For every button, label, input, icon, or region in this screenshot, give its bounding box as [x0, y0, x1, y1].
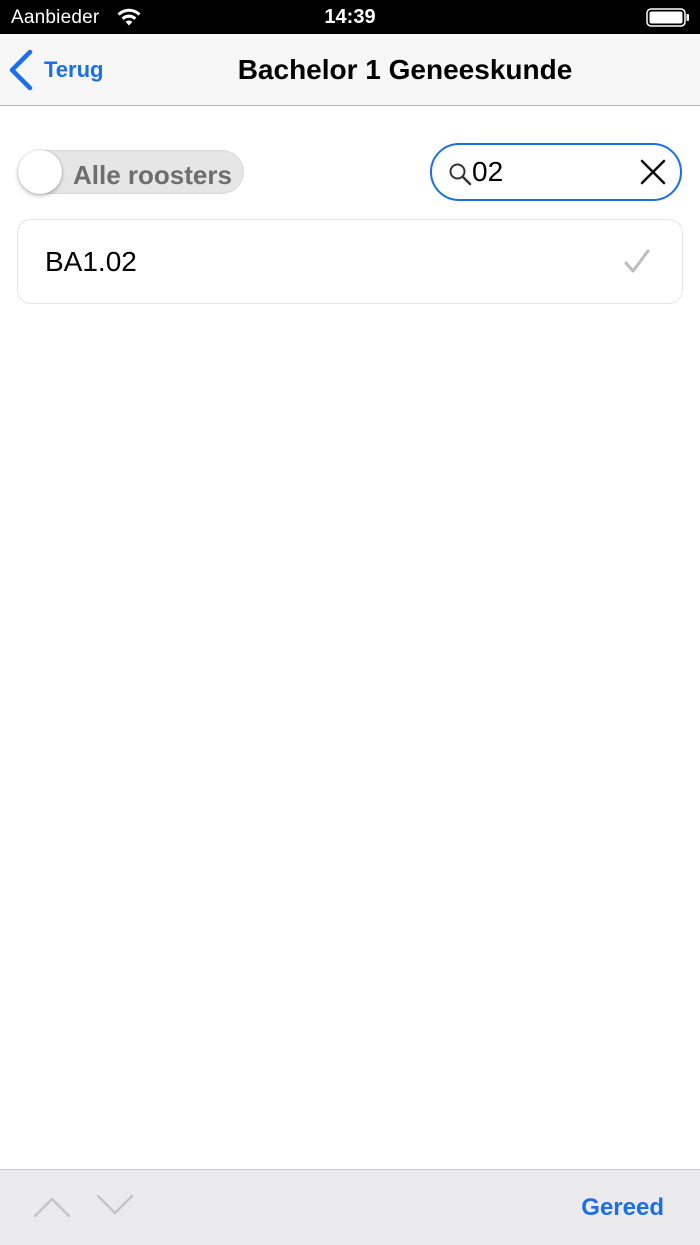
all-schedules-toggle[interactable]: Alle roosters — [18, 150, 244, 194]
back-button[interactable]: Terug — [6, 48, 116, 92]
search-icon — [449, 163, 472, 186]
list-item[interactable]: BA1.02 — [17, 219, 683, 304]
done-button[interactable]: Gereed — [581, 1194, 664, 1222]
keyboard-accessory-bar: Gereed — [0, 1169, 700, 1245]
status-bar: Aanbieder 14:39 — [0, 0, 700, 34]
back-button-label: Terug — [44, 57, 104, 82]
toggle-knob[interactable] — [18, 150, 62, 194]
toggle-label: Alle roosters — [73, 160, 232, 190]
search-input[interactable] — [472, 153, 622, 191]
result-list: BA1.02 — [17, 219, 683, 304]
list-item-label: BA1.02 — [45, 246, 137, 277]
chevron-down-icon[interactable] — [95, 1192, 135, 1220]
chevron-up-icon[interactable] — [32, 1192, 72, 1220]
battery-full-icon — [646, 8, 689, 27]
page-title: Bachelor 1 Geneeskunde — [237, 54, 573, 85]
chevron-left-icon — [9, 49, 33, 91]
close-icon[interactable] — [638, 157, 668, 187]
checkmark-icon — [624, 249, 650, 273]
search-box[interactable] — [430, 143, 682, 201]
status-time: 14:39 — [324, 6, 376, 28]
navigation-bar: Terug Bachelor 1 Geneeskunde — [0, 34, 700, 106]
